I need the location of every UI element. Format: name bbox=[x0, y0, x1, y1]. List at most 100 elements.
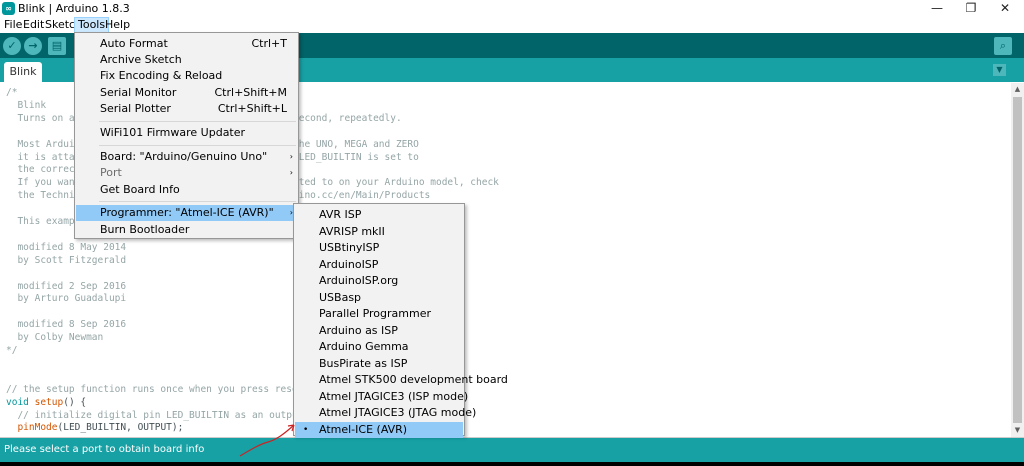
programmer-option[interactable]: USBtinyISP bbox=[295, 240, 463, 256]
programmer-option-label: Atmel STK500 development board bbox=[319, 373, 508, 386]
code-line-tail: LED_BUILTIN is set to bbox=[293, 151, 419, 163]
menu-item-label: Fix Encoding & Reload bbox=[100, 69, 223, 82]
menu-item-auto-format[interactable]: Auto Format Ctrl+T bbox=[76, 36, 297, 52]
submenu-arrow-icon: › bbox=[289, 168, 293, 177]
code-line-tail: uino.cc/en/Main/Products bbox=[293, 190, 431, 202]
programmer-option-label: ArduinoISP.org bbox=[319, 274, 399, 287]
title-bar: ∞ Blink | Arduino 1.8.3 — ❐ ✕ bbox=[0, 0, 1024, 17]
menu-item-label: Burn Bootloader bbox=[100, 223, 190, 236]
verify-button[interactable]: ✓ bbox=[3, 37, 21, 55]
code-line: This exampl bbox=[6, 216, 81, 227]
code-line: /* bbox=[6, 87, 18, 98]
programmer-option-label: Atmel-ICE (AVR) bbox=[319, 422, 408, 436]
menu-item-programmer[interactable]: Programmer: "Atmel-ICE (AVR)" › bbox=[76, 205, 297, 221]
editor-scrollbar[interactable]: ▲ ▼ bbox=[1011, 83, 1024, 437]
menu-item-burn-bootloader[interactable]: Burn Bootloader bbox=[76, 222, 297, 238]
programmer-option-label: USBtinyISP bbox=[319, 241, 380, 254]
code-line-tail: the UNO, MEGA and ZERO bbox=[293, 138, 419, 150]
menu-item-wifi101-updater[interactable]: WiFi101 Firmware Updater bbox=[76, 125, 297, 141]
menu-item-port[interactable]: Port › bbox=[76, 165, 297, 181]
programmer-option-label: Arduino as ISP bbox=[319, 323, 398, 337]
code-line-tail: second, repeatedly. bbox=[293, 112, 402, 124]
code-line: Turns on an bbox=[6, 112, 81, 124]
menu-item-label: Port bbox=[100, 166, 122, 179]
programmer-option[interactable]: AVR ISP bbox=[295, 207, 463, 223]
menu-separator bbox=[99, 145, 296, 146]
code-line: pinMode(LED_BUILTIN, OUTPUT); bbox=[17, 422, 184, 434]
scroll-up-icon[interactable]: ▲ bbox=[1011, 83, 1024, 96]
menu-item-fix-encoding[interactable]: Fix Encoding & Reload bbox=[76, 68, 297, 84]
status-message: Please select a port to obtain board inf… bbox=[4, 444, 205, 455]
programmer-option-label: USBasp bbox=[319, 290, 362, 304]
programmer-option[interactable]: Atmel JTAGICE3 (ISP mode) bbox=[295, 389, 468, 405]
maximize-button[interactable]: ❐ bbox=[954, 0, 988, 17]
programmer-option[interactable]: Arduino as ISP bbox=[295, 323, 463, 339]
programmer-option[interactable]: Atmel JTAGICE3 (JTAG mode) bbox=[295, 405, 476, 421]
arduino-logo-icon: ∞ bbox=[2, 2, 15, 15]
menu-item-label: Get Board Info bbox=[100, 183, 180, 196]
code-line: If you want bbox=[6, 177, 81, 189]
programmer-option[interactable]: USBasp bbox=[295, 290, 463, 306]
programmer-option-label: BusPirate as ISP bbox=[319, 356, 408, 370]
programmer-option-label: AVR ISP bbox=[319, 208, 362, 221]
window-title: Blink | Arduino 1.8.3 bbox=[18, 2, 130, 15]
menu-item-label: WiFi101 Firmware Updater bbox=[100, 126, 246, 139]
programmer-option[interactable]: BusPirate as ISP bbox=[295, 356, 463, 372]
menu-item-serial-plotter[interactable]: Serial Plotter Ctrl+Shift+L bbox=[76, 101, 297, 117]
scroll-down-icon[interactable]: ▼ bbox=[1011, 424, 1024, 437]
menu-item-label: Archive Sketch bbox=[100, 53, 182, 66]
close-button[interactable]: ✕ bbox=[988, 0, 1022, 17]
serial-monitor-button[interactable]: ⌕ bbox=[994, 37, 1012, 55]
menu-item-label: Board: "Arduino/Genuino Uno" bbox=[100, 150, 268, 163]
menu-item-label: Serial Plotter bbox=[100, 102, 171, 115]
tab-blink[interactable]: Blink bbox=[4, 62, 42, 82]
code-line: modified 2 Sep 2016 bbox=[6, 280, 127, 292]
code-line: */ bbox=[6, 345, 18, 356]
menu-item-shortcut: Ctrl+T bbox=[251, 37, 287, 50]
console-output[interactable] bbox=[0, 462, 1024, 466]
code-line-tail: cted to on your Arduino model, check bbox=[293, 177, 499, 189]
menu-item-label: Programmer: "Atmel-ICE (AVR)" bbox=[100, 206, 274, 219]
menu-help[interactable]: Help bbox=[102, 17, 133, 33]
code-line: modified 8 May 2014 bbox=[6, 241, 127, 253]
menu-item-archive-sketch[interactable]: Archive Sketch bbox=[76, 52, 297, 68]
radio-selected-icon: • bbox=[303, 424, 309, 435]
menu-item-label: Auto Format bbox=[100, 37, 168, 50]
programmer-option[interactable]: AVRISP mkII bbox=[295, 224, 463, 240]
code-line: by Colby Newman bbox=[6, 332, 104, 344]
upload-button[interactable]: → bbox=[24, 37, 42, 55]
menu-bar: File Edit Sketch Tools Help bbox=[0, 17, 1024, 33]
programmer-option[interactable]: ArduinoISP.org bbox=[295, 273, 463, 289]
code-line: // the setup function runs once when you… bbox=[6, 383, 321, 395]
menu-item-serial-monitor[interactable]: Serial Monitor Ctrl+Shift+M bbox=[76, 85, 297, 101]
tab-menu-button[interactable]: ▼ bbox=[993, 64, 1006, 76]
programmer-option[interactable]: Arduino Gemma bbox=[295, 339, 463, 355]
code-line: Most Arduin bbox=[6, 138, 81, 150]
menu-item-get-board-info[interactable]: Get Board Info bbox=[76, 182, 297, 198]
code-line: the Technic bbox=[6, 190, 81, 202]
minimize-button[interactable]: — bbox=[920, 0, 954, 17]
programmer-option-label: AVRISP mkII bbox=[319, 224, 385, 238]
programmer-option[interactable]: Atmel STK500 development board bbox=[295, 372, 508, 388]
programmer-option-label: Parallel Programmer bbox=[319, 307, 431, 320]
programmer-option-label: Atmel JTAGICE3 (ISP mode) bbox=[319, 389, 469, 403]
programmer-option-label: ArduinoISP bbox=[319, 257, 379, 271]
scroll-thumb[interactable] bbox=[1013, 97, 1022, 423]
menu-item-shortcut: Ctrl+Shift+M bbox=[214, 86, 288, 99]
code-line: the correct bbox=[6, 164, 81, 176]
programmer-option-label: Atmel JTAGICE3 (JTAG mode) bbox=[319, 406, 477, 419]
code-line: it is attac bbox=[6, 151, 81, 163]
new-sketch-button[interactable]: ▤ bbox=[48, 37, 66, 55]
programmer-option-label: Arduino Gemma bbox=[319, 340, 409, 353]
menu-item-label: Serial Monitor bbox=[100, 86, 177, 99]
code-line: Blink bbox=[6, 99, 47, 111]
programmer-option[interactable]: • Atmel-ICE (AVR) bbox=[295, 421, 463, 438]
programmer-option[interactable]: ArduinoISP bbox=[295, 257, 463, 273]
menu-item-board[interactable]: Board: "Arduino/Genuino Uno" › bbox=[76, 149, 297, 165]
programmer-option[interactable]: Parallel Programmer bbox=[295, 306, 463, 322]
code-line: by Scott Fitzgerald bbox=[6, 254, 127, 266]
menu-separator bbox=[99, 121, 296, 122]
annotation-arrow-icon bbox=[239, 424, 295, 457]
code-line: by Arturo Guadalupi bbox=[6, 293, 127, 305]
code-line: void setup() { bbox=[6, 396, 87, 408]
